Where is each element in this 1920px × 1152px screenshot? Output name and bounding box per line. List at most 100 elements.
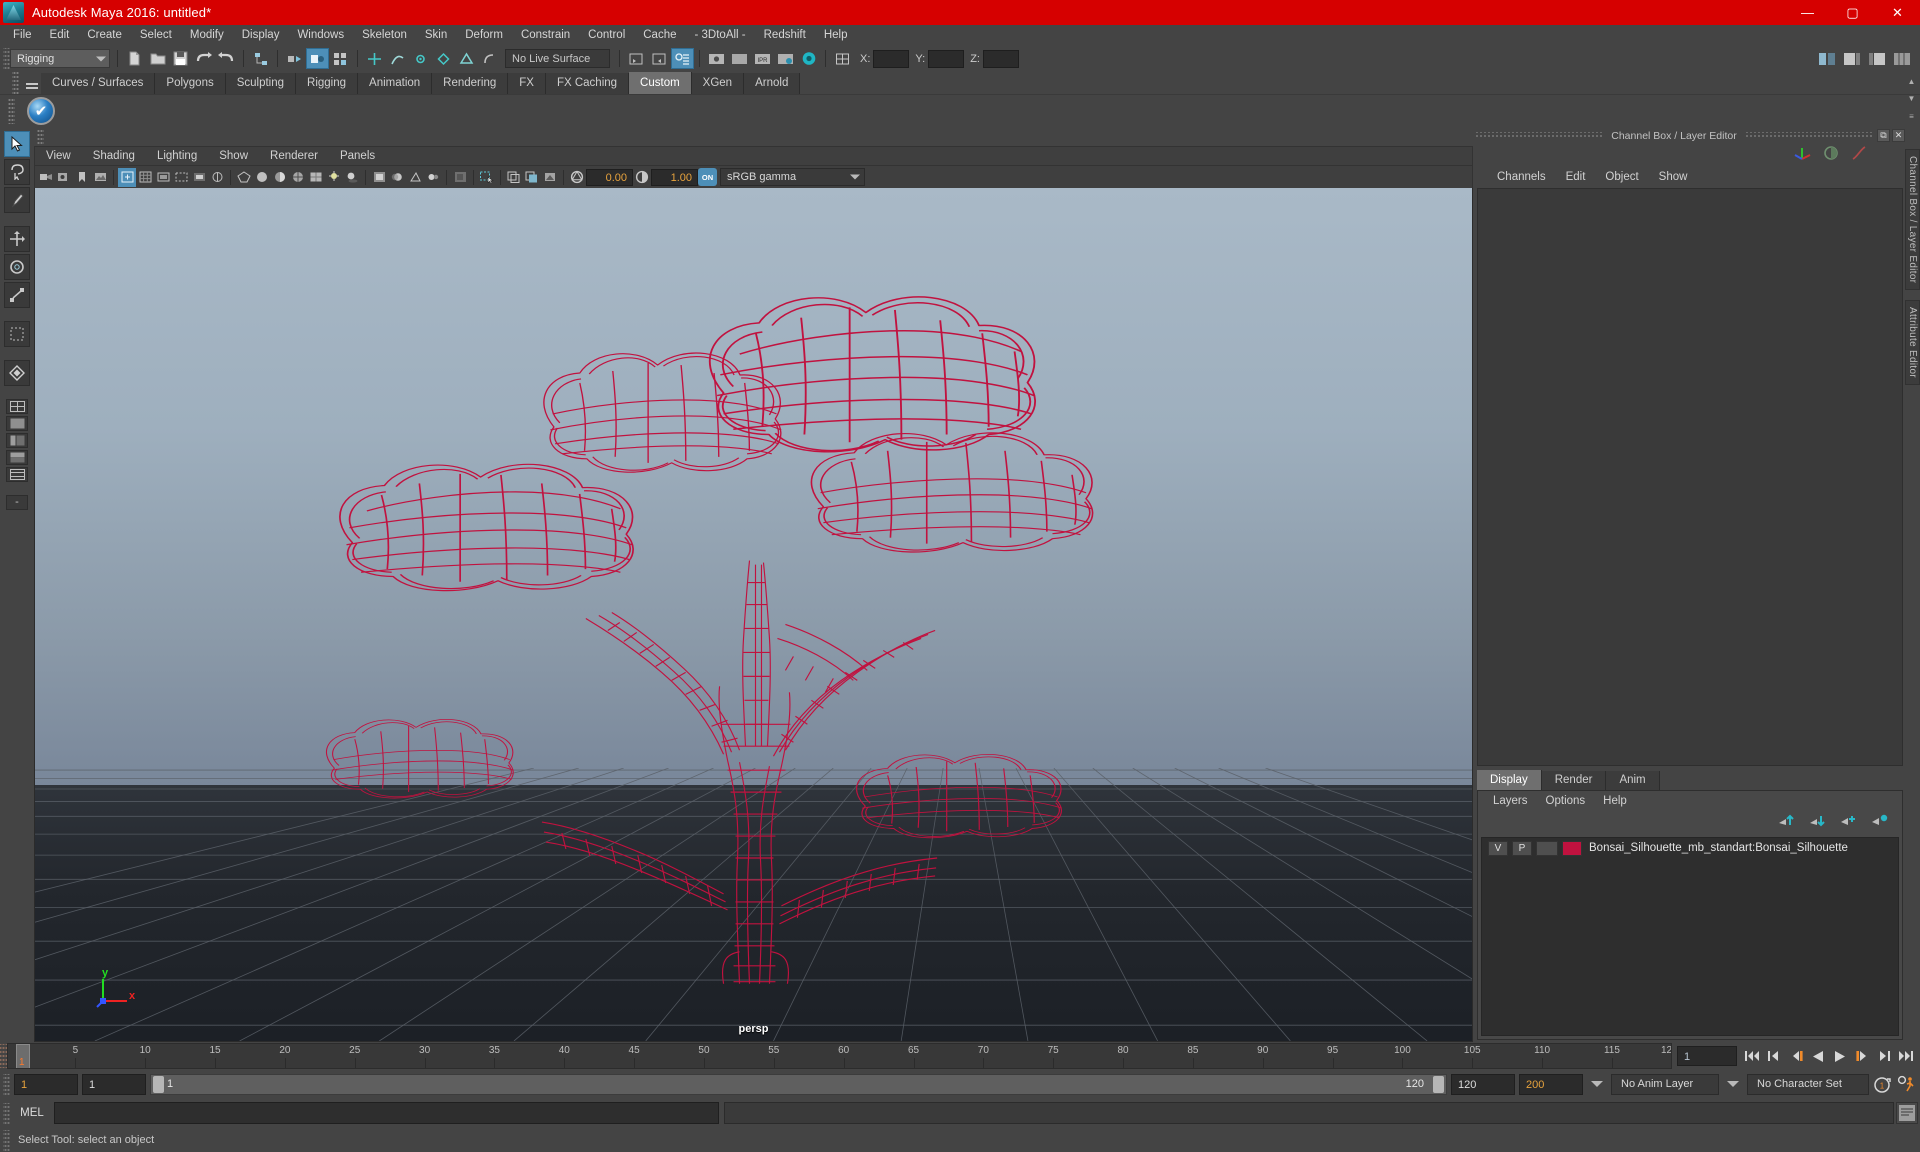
menu-control[interactable]: Control bbox=[579, 25, 634, 46]
rotate-tool-button[interactable] bbox=[4, 254, 30, 280]
animation-preferences-button[interactable] bbox=[1897, 1073, 1917, 1095]
anim-layer-selector[interactable]: No Anim Layer bbox=[1611, 1073, 1719, 1095]
channel-box-circle-icon[interactable] bbox=[1823, 145, 1839, 166]
panel-close-button[interactable]: ✕ bbox=[1892, 129, 1905, 142]
viewport-menu-show[interactable]: Show bbox=[208, 146, 259, 166]
coord-x-field[interactable] bbox=[873, 49, 910, 68]
menu-skin[interactable]: Skin bbox=[416, 25, 456, 46]
coord-y-field[interactable] bbox=[928, 49, 965, 68]
snap-to-curve-button[interactable] bbox=[386, 48, 409, 69]
channel-box-menu-show[interactable]: Show bbox=[1649, 166, 1698, 188]
marquee-select-icon[interactable] bbox=[478, 168, 496, 187]
bookmarks-icon[interactable] bbox=[73, 168, 91, 187]
shadows-icon[interactable] bbox=[343, 168, 361, 187]
exposure-icon[interactable] bbox=[208, 168, 226, 187]
new-scene-button[interactable] bbox=[123, 48, 146, 69]
go-to-end-button[interactable] bbox=[1896, 1045, 1916, 1067]
command-line-grip[interactable] bbox=[3, 1102, 10, 1124]
help-line-grip[interactable] bbox=[3, 1129, 10, 1151]
lasso-tool-button[interactable] bbox=[4, 159, 30, 185]
manipulator-axis-icon[interactable] bbox=[1794, 145, 1811, 166]
select-by-hierarchy-button[interactable] bbox=[249, 48, 272, 69]
auto-keyframe-toggle-button[interactable]: 1 bbox=[1873, 1073, 1893, 1095]
range-slider[interactable]: 1 120 bbox=[150, 1073, 1447, 1095]
gate-mask-icon[interactable] bbox=[190, 168, 208, 187]
wireframe-on-shaded-icon[interactable] bbox=[289, 168, 307, 187]
shelf-tab-arnold[interactable]: Arnold bbox=[744, 73, 801, 94]
save-scene-button[interactable] bbox=[169, 48, 192, 69]
viewport-menu-renderer[interactable]: Renderer bbox=[259, 146, 329, 166]
shelf-menu-icon[interactable] bbox=[22, 73, 41, 94]
current-frame-field[interactable]: 1 bbox=[1677, 1046, 1737, 1066]
layer-editor-tab-anim[interactable]: Anim bbox=[1606, 771, 1660, 790]
redo-button[interactable] bbox=[215, 48, 238, 69]
quick-layout-persp-button[interactable] bbox=[6, 416, 28, 431]
wireframe-shading-icon[interactable] bbox=[235, 168, 253, 187]
menu-create[interactable]: Create bbox=[78, 25, 131, 46]
camera-attributes-icon[interactable] bbox=[55, 168, 73, 187]
shelf-tab-fx-caching[interactable]: FX Caching bbox=[545, 73, 630, 94]
menu-edit[interactable]: Edit bbox=[41, 25, 79, 46]
show-hide-channel-box-icon[interactable] bbox=[1890, 48, 1913, 69]
transform-fields-layout-icon[interactable] bbox=[831, 48, 854, 69]
screen-space-ao-icon[interactable] bbox=[370, 168, 388, 187]
shelf-tab-sculpting[interactable]: Sculpting bbox=[225, 73, 297, 94]
step-forward-frame-button[interactable] bbox=[1852, 1045, 1872, 1067]
create-empty-layer-icon[interactable] bbox=[1840, 814, 1857, 832]
render-settings-button[interactable] bbox=[774, 48, 797, 69]
panel-restore-button[interactable]: ⧉ bbox=[1877, 129, 1890, 142]
color-management-toggle-button[interactable]: ON bbox=[698, 168, 717, 186]
menu-deform[interactable]: Deform bbox=[456, 25, 512, 46]
move-layer-up-icon[interactable] bbox=[1778, 814, 1795, 832]
time-slider-grip[interactable] bbox=[0, 1044, 7, 1068]
menu-file[interactable]: File bbox=[4, 25, 41, 46]
menu-display[interactable]: Display bbox=[233, 25, 289, 46]
layer-list[interactable]: V P Bonsai_Silhouette_mb_standart:Bonsai… bbox=[1481, 837, 1899, 1036]
ipr-render-button[interactable]: IPR bbox=[751, 48, 774, 69]
command-input-field[interactable] bbox=[54, 1102, 719, 1124]
layer-playback-toggle[interactable]: P bbox=[1512, 840, 1532, 856]
step-forward-keyframe-button[interactable] bbox=[1874, 1045, 1894, 1067]
play-forwards-button[interactable] bbox=[1830, 1045, 1850, 1067]
time-slider[interactable]: 1 5 10 15 20 25 30 35 40 45 50 55 60 65 … bbox=[7, 1043, 1672, 1069]
open-scene-button[interactable] bbox=[146, 48, 169, 69]
anim-layer-chevron-down-icon[interactable] bbox=[1591, 1081, 1603, 1087]
shelf-scroll-up-icon[interactable]: ▲ bbox=[1905, 73, 1918, 90]
depth-of-field-icon[interactable] bbox=[424, 168, 442, 187]
show-hide-attribute-editor-icon[interactable] bbox=[1840, 48, 1863, 69]
redo-render-button[interactable] bbox=[728, 48, 751, 69]
menu-select[interactable]: Select bbox=[131, 25, 181, 46]
3d-viewport[interactable]: y x persp bbox=[34, 188, 1473, 1042]
show-hide-modeling-toolkit-icon[interactable] bbox=[1815, 48, 1838, 69]
smooth-shade-all-icon[interactable] bbox=[253, 168, 271, 187]
character-set-chevron-down-icon[interactable] bbox=[1727, 1081, 1739, 1087]
minimize-button[interactable]: — bbox=[1785, 0, 1830, 25]
step-back-keyframe-button[interactable] bbox=[1764, 1045, 1784, 1067]
show-outliner-button[interactable] bbox=[625, 48, 648, 69]
textured-icon[interactable] bbox=[307, 168, 325, 187]
layer-editor-tab-display[interactable]: Display bbox=[1477, 770, 1542, 790]
menu-set-selector[interactable]: Rigging bbox=[10, 49, 110, 68]
exposure-adjust-icon[interactable] bbox=[568, 168, 586, 187]
playback-end-time-field[interactable]: 120 bbox=[1451, 1073, 1515, 1095]
viewport-grip[interactable] bbox=[37, 128, 44, 145]
time-slider-cursor[interactable]: 1 bbox=[16, 1044, 30, 1068]
select-tool-button[interactable] bbox=[4, 131, 30, 157]
range-slider-left-handle[interactable] bbox=[153, 1075, 164, 1093]
xray-active-components-icon[interactable] bbox=[541, 168, 559, 187]
snap-to-point-button[interactable] bbox=[409, 48, 432, 69]
last-tool-used-button[interactable] bbox=[4, 360, 30, 386]
shelf-tab-rendering[interactable]: Rendering bbox=[432, 73, 509, 94]
layer-color-swatch[interactable] bbox=[1562, 840, 1582, 856]
shelf-scroll-menu-icon[interactable]: ≡ bbox=[1905, 108, 1918, 125]
show-hide-tool-settings-icon[interactable] bbox=[1865, 48, 1888, 69]
layer-editor-menu-layers[interactable]: Layers bbox=[1484, 791, 1537, 812]
image-plane-icon[interactable] bbox=[91, 168, 109, 187]
shelf-tab-curves-surfaces[interactable]: Curves / Surfaces bbox=[41, 73, 156, 94]
channel-box-curve-icon[interactable] bbox=[1851, 145, 1867, 166]
shelf-scroll-down-icon[interactable]: ▼ bbox=[1905, 90, 1918, 107]
quick-layout-persp-graph-button[interactable] bbox=[6, 450, 28, 465]
object-component-toggle-button[interactable] bbox=[329, 48, 352, 69]
shelf-tab-rigging[interactable]: Rigging bbox=[296, 73, 359, 94]
menu-cache[interactable]: Cache bbox=[634, 25, 685, 46]
